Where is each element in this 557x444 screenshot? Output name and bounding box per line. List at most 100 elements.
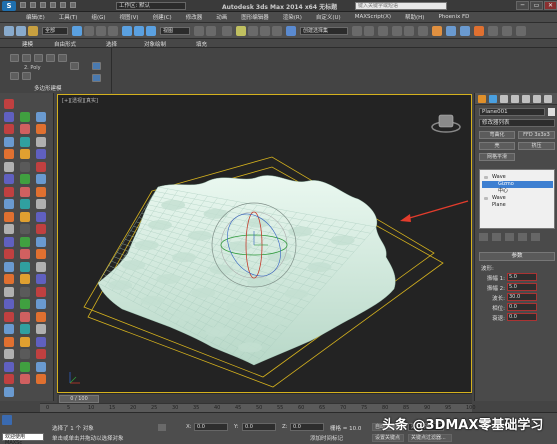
- ribbon-tool-2-icon[interactable]: [22, 72, 31, 80]
- tab-selection[interactable]: 选择: [106, 40, 117, 48]
- snap-toggle-icon[interactable]: [236, 26, 246, 36]
- app-logo[interactable]: S: [2, 1, 16, 11]
- stack-item-gizmo[interactable]: Gizmo: [482, 181, 553, 188]
- left-tool-icon[interactable]: [36, 324, 46, 334]
- left-tool-icon[interactable]: [36, 299, 46, 309]
- left-tool-icon[interactable]: [4, 136, 14, 147]
- left-tool-icon[interactable]: [20, 299, 30, 309]
- left-tool-icon[interactable]: [36, 349, 46, 359]
- close-icon[interactable]: ✕: [544, 1, 557, 10]
- left-tool-icon[interactable]: [20, 349, 30, 359]
- left-tool-icon[interactable]: [36, 274, 46, 284]
- menu-views[interactable]: 视图(V): [120, 13, 139, 21]
- left-tool-icon[interactable]: [4, 236, 14, 247]
- restore-icon[interactable]: ▭: [530, 1, 543, 10]
- left-tool-icon[interactable]: [4, 224, 14, 234]
- menu-modifiers[interactable]: 修改器: [186, 13, 203, 21]
- select-by-name-icon[interactable]: [84, 26, 94, 36]
- mirror-icon[interactable]: [352, 26, 362, 36]
- left-tool-icon[interactable]: [36, 361, 46, 372]
- left-tool-icon[interactable]: [36, 224, 46, 234]
- lock-selection-icon[interactable]: [158, 424, 166, 431]
- left-tool-icon[interactable]: [20, 211, 30, 222]
- save-file-icon[interactable]: [40, 2, 46, 8]
- menu-create[interactable]: 创建(C): [153, 13, 172, 21]
- new-file-icon[interactable]: [20, 2, 26, 8]
- left-tool-icon[interactable]: [4, 211, 14, 222]
- left-tool-icon[interactable]: [20, 286, 30, 297]
- edit-named-selection-icon[interactable]: [286, 26, 296, 36]
- keyboard-shortcut-icon[interactable]: [222, 26, 232, 36]
- left-tool-icon[interactable]: [4, 349, 14, 359]
- extra-tab-icon[interactable]: [544, 95, 552, 103]
- material-editor-icon[interactable]: [432, 26, 442, 36]
- viewport-label[interactable]: [+][透视][真实]: [62, 97, 98, 104]
- left-tool-icon[interactable]: [4, 186, 14, 197]
- layer-manager-icon[interactable]: [378, 26, 388, 36]
- modifier-button-1[interactable]: 弯曲化: [479, 131, 515, 139]
- params-rollout-header[interactable]: 参数: [479, 252, 555, 261]
- maxscript-icon[interactable]: [2, 415, 12, 425]
- left-tool-icon[interactable]: [20, 186, 30, 197]
- menu-customize[interactable]: 自定义(U): [316, 13, 341, 21]
- left-tool-icon[interactable]: [20, 224, 30, 234]
- angle-snap-icon[interactable]: [248, 26, 258, 36]
- left-tool-icon[interactable]: [20, 311, 30, 322]
- left-tool-icon[interactable]: [20, 174, 30, 184]
- z-coord-field[interactable]: 0.0: [290, 423, 324, 431]
- frame-counter[interactable]: 0 / 100: [59, 395, 99, 403]
- param-spinner[interactable]: 5.0: [507, 283, 537, 291]
- track-bar[interactable]: 0 5 10 15 20 25 30 35 40 45 50 55 60 65 70 75 80 85 90 95 10…: [40, 403, 476, 412]
- left-tool-icon[interactable]: [20, 274, 30, 284]
- open-file-icon[interactable]: [30, 2, 36, 8]
- coord-system-dropdown[interactable]: 视图: [160, 27, 190, 35]
- tab-modeling[interactable]: 建模: [22, 40, 33, 48]
- left-tool-icon[interactable]: [4, 311, 14, 322]
- left-tool-icon[interactable]: [36, 336, 46, 347]
- minimize-icon[interactable]: ─: [516, 1, 529, 10]
- left-tool-icon[interactable]: [4, 124, 14, 134]
- left-tool-icon[interactable]: [36, 186, 46, 197]
- search-input[interactable]: 键入关键字或短语: [355, 2, 447, 10]
- link-icon[interactable]: [4, 26, 14, 36]
- perspective-viewport[interactable]: [+][透视][真实]: [57, 94, 472, 393]
- left-tool-icon[interactable]: [20, 236, 30, 247]
- modifier-list-dropdown[interactable]: 修改器列表: [479, 119, 555, 127]
- left-tool-icon[interactable]: [4, 99, 14, 109]
- tab-object-paint[interactable]: 对象绘制: [144, 40, 166, 48]
- left-tool-icon[interactable]: [36, 136, 46, 147]
- add-time-tag[interactable]: 添加时间标记: [310, 434, 343, 442]
- hierarchy-tab-icon[interactable]: [500, 95, 508, 103]
- align-icon[interactable]: [364, 26, 374, 36]
- named-selection-dropdown[interactable]: 创建选择集: [300, 27, 348, 35]
- undo-icon[interactable]: [50, 2, 56, 8]
- eye-icon[interactable]: [484, 176, 488, 179]
- menu-animation[interactable]: 动画: [216, 13, 227, 21]
- scale-icon[interactable]: [146, 26, 156, 36]
- menu-graph-editors[interactable]: 图形编辑器: [241, 13, 269, 21]
- left-tool-icon[interactable]: [20, 324, 30, 334]
- left-tool-icon[interactable]: [36, 286, 46, 297]
- ribbon-tool-1-icon[interactable]: [10, 72, 19, 80]
- left-tool-icon[interactable]: [4, 386, 14, 397]
- rotate-icon[interactable]: [134, 26, 144, 36]
- curve-editor-icon[interactable]: [404, 26, 414, 36]
- left-tool-icon[interactable]: [20, 124, 30, 134]
- left-tool-icon[interactable]: [20, 261, 30, 272]
- left-tool-icon[interactable]: [20, 136, 30, 147]
- left-tool-icon[interactable]: [4, 199, 14, 209]
- redo-icon[interactable]: [60, 2, 66, 8]
- maxscript-listener[interactable]: 欢迎使用 MAXSc: [2, 433, 44, 444]
- make-unique-icon[interactable]: [505, 233, 514, 241]
- left-tool-icon[interactable]: [4, 286, 14, 297]
- left-tool-icon[interactable]: [36, 149, 46, 159]
- key-filters-button[interactable]: 关键点过滤器...: [408, 434, 452, 442]
- window-crossing-icon[interactable]: [108, 26, 118, 36]
- left-tool-icon[interactable]: [36, 174, 46, 184]
- modifier-button-3[interactable]: 壳: [479, 142, 515, 150]
- left-tool-icon[interactable]: [4, 299, 14, 309]
- modifier-stack[interactable]: Wave Gizmo 中心 Wave Plane: [479, 169, 555, 229]
- polygon-icon[interactable]: [46, 54, 55, 62]
- ribbon-tool-3-icon[interactable]: [70, 62, 79, 70]
- x-coord-field[interactable]: 0.0: [194, 423, 228, 431]
